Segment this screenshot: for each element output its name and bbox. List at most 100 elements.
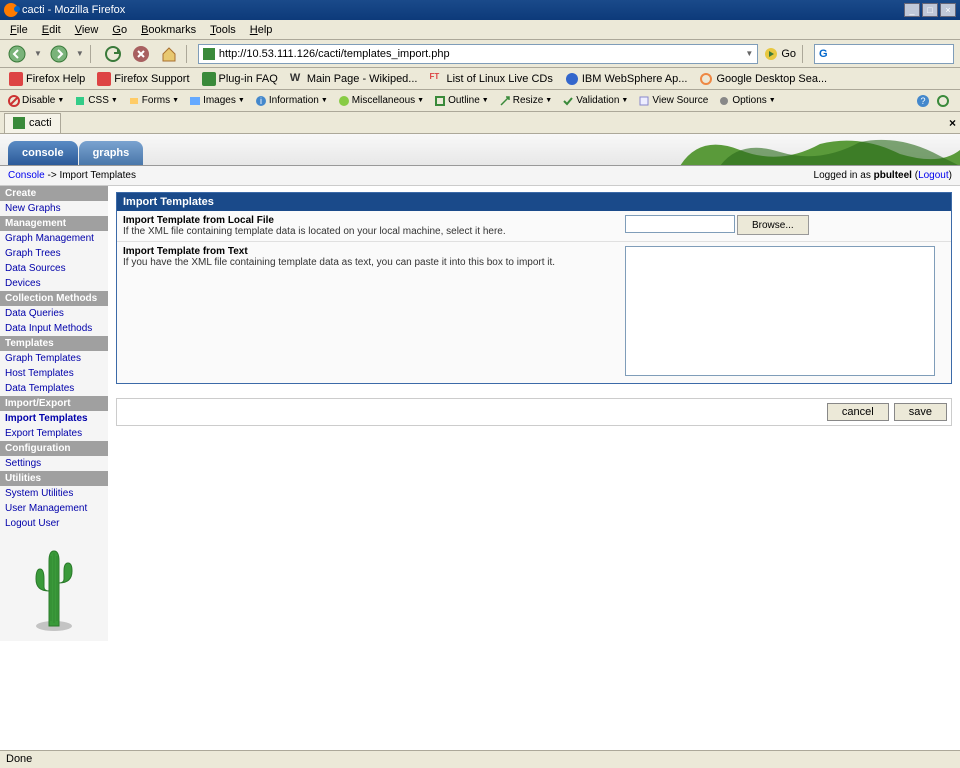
firefox-icon: [4, 3, 18, 17]
help-icon[interactable]: ?: [916, 94, 930, 108]
menu-file[interactable]: File: [4, 22, 34, 38]
sidebar-data-queries[interactable]: Data Queries: [0, 306, 108, 321]
sidebar-new-graphs[interactable]: New Graphs: [0, 201, 108, 216]
sidebar-header-create: Create: [0, 186, 108, 201]
cancel-button[interactable]: cancel: [827, 403, 889, 421]
dev-validation[interactable]: Validation▼: [558, 93, 632, 109]
main-content: Import Templates Import Template from Lo…: [108, 186, 960, 641]
dev-css[interactable]: CSS▼: [70, 93, 122, 109]
window-title: cacti - Mozilla Firefox: [22, 4, 125, 16]
save-button[interactable]: save: [894, 403, 947, 421]
cacti-tab-console[interactable]: console: [8, 141, 78, 165]
sidebar-import-templates[interactable]: Import Templates: [0, 411, 108, 426]
sidebar-export-templates[interactable]: Export Templates: [0, 426, 108, 441]
sidebar-host-templates[interactable]: Host Templates: [0, 366, 108, 381]
template-text-input[interactable]: [625, 246, 935, 376]
dev-information[interactable]: iInformation▼: [251, 93, 332, 109]
breadcrumb-current: Import Templates: [59, 170, 136, 181]
home-button[interactable]: [158, 43, 180, 65]
text-import-hint: If you have the XML file containing temp…: [123, 257, 555, 268]
search-box[interactable]: G: [814, 44, 954, 64]
breadcrumb-bar: Console -> Import Templates Logged in as…: [0, 166, 960, 186]
sidebar-data-templates[interactable]: Data Templates: [0, 381, 108, 396]
text-import-label: Import Template from Text: [123, 246, 248, 257]
sidebar-graph-management[interactable]: Graph Management: [0, 231, 108, 246]
bookmark-firefox-support[interactable]: Firefox Support: [92, 70, 194, 88]
refresh-icon[interactable]: [936, 94, 950, 108]
sidebar-graph-trees[interactable]: Graph Trees: [0, 246, 108, 261]
webdev-toolbar: Disable▼ CSS▼ Forms▼ Images▼ iInformatio…: [0, 90, 960, 112]
url-bar[interactable]: ▼: [198, 44, 758, 64]
menu-tools[interactable]: Tools: [204, 22, 242, 38]
browser-tab-cacti[interactable]: cacti: [4, 113, 61, 133]
sidebar-data-input[interactable]: Data Input Methods: [0, 321, 108, 336]
bookmarks-toolbar: Firefox Help Firefox Support Plug-in FAQ…: [0, 68, 960, 90]
dev-view-source[interactable]: View Source: [634, 93, 712, 109]
close-button[interactable]: ×: [940, 3, 956, 17]
maximize-button[interactable]: □: [922, 3, 938, 17]
sidebar-header-collection: Collection Methods: [0, 291, 108, 306]
minimize-button[interactable]: _: [904, 3, 920, 17]
sidebar-data-sources[interactable]: Data Sources: [0, 261, 108, 276]
local-file-label: Import Template from Local File: [123, 215, 274, 226]
dev-outline[interactable]: Outline▼: [430, 93, 493, 109]
back-button[interactable]: [6, 43, 28, 65]
menu-edit[interactable]: Edit: [36, 22, 67, 38]
status-text: Done: [6, 753, 32, 765]
dev-options[interactable]: Options▼: [714, 93, 779, 109]
sidebar-header-import-export: Import/Export: [0, 396, 108, 411]
panel-title: Import Templates: [117, 193, 951, 211]
stop-button[interactable]: [130, 43, 152, 65]
google-icon: G: [819, 48, 828, 60]
sidebar-header-management: Management: [0, 216, 108, 231]
menu-bookmarks[interactable]: Bookmarks: [135, 22, 202, 38]
dev-resize[interactable]: Resize▼: [495, 93, 557, 109]
status-bar: Done: [0, 750, 960, 768]
cacti-tab-graphs[interactable]: graphs: [79, 141, 144, 165]
sidebar-header-utilities: Utilities: [0, 471, 108, 486]
login-status: Logged in as pbulteel (Logout): [814, 170, 952, 181]
dev-forms[interactable]: Forms▼: [124, 93, 183, 109]
dev-images[interactable]: Images▼: [185, 93, 249, 109]
window-titlebar: cacti - Mozilla Firefox _ □ ×: [0, 0, 960, 20]
dev-miscellaneous[interactable]: Miscellaneous▼: [334, 93, 428, 109]
bookmark-google-desktop[interactable]: Google Desktop Sea...: [694, 70, 832, 88]
tab-close-button[interactable]: ×: [949, 116, 956, 130]
cacti-favicon: [203, 48, 215, 60]
forward-button[interactable]: [48, 43, 70, 65]
sidebar-header-templates: Templates: [0, 336, 108, 351]
svg-text:?: ?: [920, 96, 925, 106]
sidebar-logout-user[interactable]: Logout User: [0, 516, 108, 531]
dev-disable[interactable]: Disable▼: [4, 93, 68, 109]
menu-view[interactable]: View: [69, 22, 105, 38]
cacti-header: console graphs: [0, 134, 960, 166]
sidebar-header-configuration: Configuration: [0, 441, 108, 456]
go-button[interactable]: Go: [764, 47, 796, 61]
menu-go[interactable]: Go: [106, 22, 133, 38]
local-file-hint: If the XML file containing template data…: [123, 226, 506, 237]
browse-button[interactable]: Browse...: [737, 215, 809, 235]
cacti-tab-icon: [13, 117, 25, 129]
menu-bar: File Edit View Go Bookmarks Tools Help: [0, 20, 960, 40]
svg-text:i: i: [260, 96, 262, 106]
navigation-toolbar: ▼ ▼ ▼ Go G: [0, 40, 960, 68]
url-input[interactable]: [219, 48, 742, 60]
sidebar-settings[interactable]: Settings: [0, 456, 108, 471]
reload-button[interactable]: [102, 43, 124, 65]
bookmark-websphere[interactable]: IBM WebSphere Ap...: [560, 70, 693, 88]
bookmark-wikipedia[interactable]: WMain Page - Wikiped...: [285, 70, 423, 88]
cacti-header-graphic: [680, 134, 960, 166]
sidebar: Create New Graphs Management Graph Manag…: [0, 186, 108, 641]
sidebar-devices[interactable]: Devices: [0, 276, 108, 291]
logout-link[interactable]: Logout: [918, 170, 949, 181]
sidebar-graph-templates[interactable]: Graph Templates: [0, 351, 108, 366]
breadcrumb-console[interactable]: Console: [8, 170, 45, 181]
sidebar-system-utilities[interactable]: System Utilities: [0, 486, 108, 501]
bookmark-linux-live[interactable]: FTList of Linux Live CDs: [424, 70, 557, 88]
bookmark-plugin-faq[interactable]: Plug-in FAQ: [197, 70, 283, 88]
menu-help[interactable]: Help: [244, 22, 279, 38]
cactus-logo: [24, 541, 84, 631]
sidebar-user-management[interactable]: User Management: [0, 501, 108, 516]
bookmark-firefox-help[interactable]: Firefox Help: [4, 70, 90, 88]
file-path-input[interactable]: [625, 215, 735, 233]
